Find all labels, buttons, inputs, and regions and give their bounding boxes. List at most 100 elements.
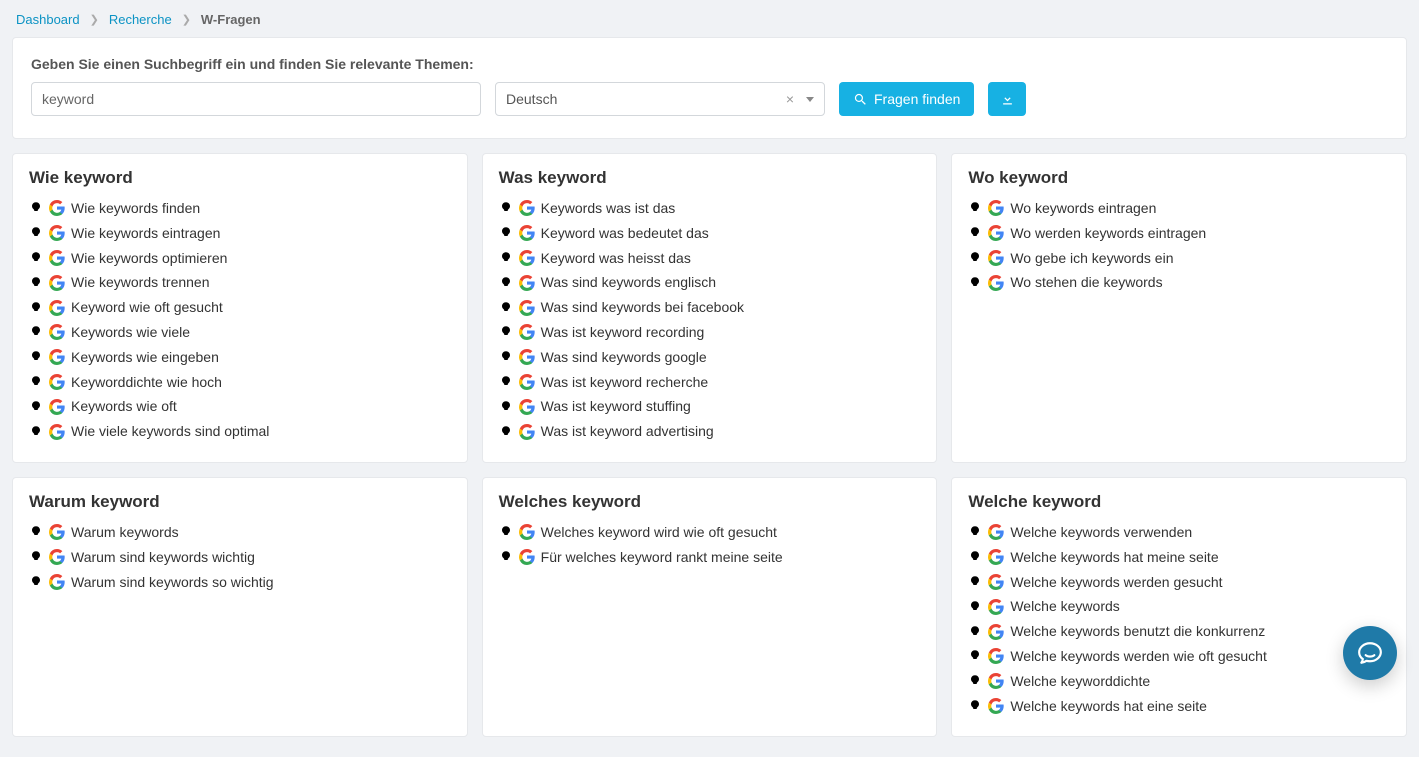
google-icon[interactable] xyxy=(49,349,65,365)
google-icon[interactable] xyxy=(49,275,65,291)
lightbulb-icon[interactable] xyxy=(499,525,513,539)
lightbulb-icon[interactable] xyxy=(968,550,982,564)
google-icon[interactable] xyxy=(49,424,65,440)
result-item-text[interactable]: Welche keywords hat eine seite xyxy=(1010,698,1207,715)
lightbulb-icon[interactable] xyxy=(29,425,43,439)
google-icon[interactable] xyxy=(519,275,535,291)
lightbulb-icon[interactable] xyxy=(968,226,982,240)
google-icon[interactable] xyxy=(49,374,65,390)
google-icon[interactable] xyxy=(519,549,535,565)
lightbulb-icon[interactable] xyxy=(29,301,43,315)
lightbulb-icon[interactable] xyxy=(968,201,982,215)
google-icon[interactable] xyxy=(519,324,535,340)
google-icon[interactable] xyxy=(519,200,535,216)
google-icon[interactable] xyxy=(49,250,65,266)
lightbulb-icon[interactable] xyxy=(29,525,43,539)
result-item-text[interactable]: Was ist keyword recherche xyxy=(541,374,709,391)
language-select[interactable]: Deutsch × xyxy=(495,82,825,116)
result-item-text[interactable]: Für welches keyword rankt meine seite xyxy=(541,549,783,566)
result-item-text[interactable]: Wo keywords eintragen xyxy=(1010,200,1156,217)
google-icon[interactable] xyxy=(988,549,1004,565)
lightbulb-icon[interactable] xyxy=(29,325,43,339)
google-icon[interactable] xyxy=(988,574,1004,590)
google-icon[interactable] xyxy=(519,349,535,365)
lightbulb-icon[interactable] xyxy=(29,251,43,265)
lightbulb-icon[interactable] xyxy=(968,649,982,663)
result-item-text[interactable]: Was ist keyword recording xyxy=(541,324,705,341)
lightbulb-icon[interactable] xyxy=(499,400,513,414)
result-item-text[interactable]: Welche keywords werden gesucht xyxy=(1010,574,1222,591)
result-item-text[interactable]: Wie keywords finden xyxy=(71,200,200,217)
google-icon[interactable] xyxy=(988,275,1004,291)
clear-icon[interactable]: × xyxy=(780,91,800,107)
result-item-text[interactable]: Wie keywords eintragen xyxy=(71,225,220,242)
result-item-text[interactable]: Was sind keywords englisch xyxy=(541,274,716,291)
result-item-text[interactable]: Keywords wie oft xyxy=(71,398,177,415)
result-item-text[interactable]: Warum sind keywords so wichtig xyxy=(71,574,274,591)
google-icon[interactable] xyxy=(988,200,1004,216)
result-item-text[interactable]: Wie keywords trennen xyxy=(71,274,210,291)
google-icon[interactable] xyxy=(988,524,1004,540)
lightbulb-icon[interactable] xyxy=(968,525,982,539)
google-icon[interactable] xyxy=(988,624,1004,640)
result-item-text[interactable]: Keywords wie viele xyxy=(71,324,190,341)
result-item-text[interactable]: Welche keywords werden wie oft gesucht xyxy=(1010,648,1267,665)
google-icon[interactable] xyxy=(519,399,535,415)
google-icon[interactable] xyxy=(988,673,1004,689)
result-item-text[interactable]: Keyword wie oft gesucht xyxy=(71,299,223,316)
result-item-text[interactable]: Was sind keywords bei facebook xyxy=(541,299,744,316)
lightbulb-icon[interactable] xyxy=(499,375,513,389)
lightbulb-icon[interactable] xyxy=(499,301,513,315)
result-item-text[interactable]: Keyword was heisst das xyxy=(541,250,691,267)
google-icon[interactable] xyxy=(49,524,65,540)
google-icon[interactable] xyxy=(519,374,535,390)
result-item-text[interactable]: Keywords was ist das xyxy=(541,200,676,217)
breadcrumb-dashboard[interactable]: Dashboard xyxy=(16,12,80,27)
lightbulb-icon[interactable] xyxy=(29,201,43,215)
result-item-text[interactable]: Keywords wie eingeben xyxy=(71,349,219,366)
lightbulb-icon[interactable] xyxy=(499,325,513,339)
google-icon[interactable] xyxy=(519,225,535,241)
lightbulb-icon[interactable] xyxy=(968,600,982,614)
lightbulb-icon[interactable] xyxy=(29,400,43,414)
result-item-text[interactable]: Welche keywords benutzt die konkurrenz xyxy=(1010,623,1265,640)
result-item-text[interactable]: Welche keywords hat meine seite xyxy=(1010,549,1218,566)
lightbulb-icon[interactable] xyxy=(29,350,43,364)
breadcrumb-recherche[interactable]: Recherche xyxy=(109,12,172,27)
lightbulb-icon[interactable] xyxy=(29,575,43,589)
lightbulb-icon[interactable] xyxy=(29,226,43,240)
chat-fab[interactable] xyxy=(1343,626,1397,680)
lightbulb-icon[interactable] xyxy=(968,251,982,265)
lightbulb-icon[interactable] xyxy=(499,226,513,240)
lightbulb-icon[interactable] xyxy=(499,425,513,439)
lightbulb-icon[interactable] xyxy=(499,276,513,290)
google-icon[interactable] xyxy=(519,300,535,316)
result-item-text[interactable]: Wo stehen die keywords xyxy=(1010,274,1162,291)
google-icon[interactable] xyxy=(519,524,535,540)
lightbulb-icon[interactable] xyxy=(499,350,513,364)
download-button[interactable] xyxy=(988,82,1026,116)
result-item-text[interactable]: Wie keywords optimieren xyxy=(71,250,227,267)
result-item-text[interactable]: Warum keywords xyxy=(71,524,179,541)
google-icon[interactable] xyxy=(519,424,535,440)
lightbulb-icon[interactable] xyxy=(499,201,513,215)
google-icon[interactable] xyxy=(49,225,65,241)
result-item-text[interactable]: Was ist keyword advertising xyxy=(541,423,714,440)
lightbulb-icon[interactable] xyxy=(499,550,513,564)
result-item-text[interactable]: Keyword was bedeutet das xyxy=(541,225,709,242)
google-icon[interactable] xyxy=(988,250,1004,266)
lightbulb-icon[interactable] xyxy=(968,276,982,290)
google-icon[interactable] xyxy=(49,300,65,316)
google-icon[interactable] xyxy=(49,399,65,415)
lightbulb-icon[interactable] xyxy=(29,276,43,290)
result-item-text[interactable]: Welche keyworddichte xyxy=(1010,673,1150,690)
result-item-text[interactable]: Welches keyword wird wie oft gesucht xyxy=(541,524,777,541)
google-icon[interactable] xyxy=(988,599,1004,615)
lightbulb-icon[interactable] xyxy=(499,251,513,265)
keyword-input[interactable] xyxy=(31,82,481,116)
lightbulb-icon[interactable] xyxy=(968,625,982,639)
result-item-text[interactable]: Warum sind keywords wichtig xyxy=(71,549,255,566)
lightbulb-icon[interactable] xyxy=(968,674,982,688)
result-item-text[interactable]: Was ist keyword stuffing xyxy=(541,398,691,415)
google-icon[interactable] xyxy=(49,574,65,590)
